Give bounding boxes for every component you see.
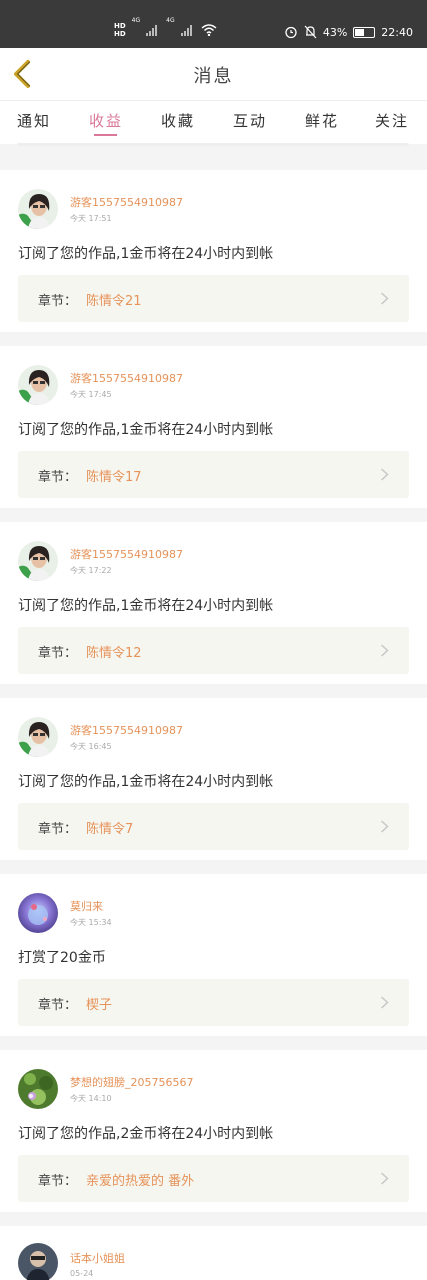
battery-percent: 43% — [322, 25, 348, 39]
chapter-title: 陈情令7 — [86, 822, 134, 837]
chapter-title: 亲爱的热爱的 番外 — [86, 1174, 195, 1189]
avatar[interactable] — [18, 365, 58, 405]
chapter-title: 陈情令12 — [86, 646, 142, 661]
clock: 22:40 — [381, 25, 413, 39]
mute-icon — [304, 25, 317, 39]
active-tab-indicator — [94, 134, 117, 136]
hd-badges: HD HD — [114, 22, 126, 38]
message-text: 订阅了您的作品,1金币将在24小时内到帐 — [18, 246, 274, 262]
chapter-title: 楔子 — [86, 998, 113, 1013]
sender-name: 梦想的翅膀_205756567 — [70, 1076, 194, 1089]
message-card: 游客1557554910987 今天 17:22 订阅了您的作品,1金币将在24… — [0, 522, 427, 684]
message-card: 游客1557554910987 今天 17:45 订阅了您的作品,1金币将在24… — [0, 346, 427, 508]
message-card: 游客1557554910987 今天 16:45 订阅了您的作品,1金币将在24… — [0, 698, 427, 860]
timestamp: 今天 14:10 — [70, 1094, 112, 1103]
chapter-label: 章节： — [38, 294, 78, 309]
chapter-title: 陈情令17 — [86, 470, 142, 485]
network-type: 4G — [131, 17, 141, 24]
sender-name: 莫归来 — [70, 900, 103, 913]
message-card: 游客1557554910987 今天 17:51 订阅了您的作品,1金币将在24… — [0, 170, 427, 332]
hd-badge: HD — [114, 30, 126, 38]
chapter-link[interactable]: 章节： 陈情令12 — [18, 627, 409, 674]
sender-name: 游客1557554910987 — [70, 548, 183, 561]
avatar[interactable] — [18, 1243, 58, 1280]
chapter-label: 章节： — [38, 822, 78, 837]
tab-favorites[interactable]: 收藏 — [154, 110, 202, 131]
nav-header: 消息 — [0, 48, 427, 100]
chapter-title: 陈情令21 — [86, 294, 142, 309]
timestamp: 今天 17:22 — [70, 566, 112, 575]
avatar[interactable] — [18, 189, 58, 229]
sender-name: 游客1557554910987 — [70, 196, 183, 209]
tab-flowers[interactable]: 鲜花 — [298, 110, 346, 131]
tab-earnings[interactable]: 收益 — [82, 110, 130, 131]
message-card: 话本小姐姐 05-24 — [0, 1226, 427, 1280]
chevron-right-icon — [380, 468, 389, 481]
message-card: 莫归来 今天 15:34 打赏了20金币 章节： 楔子 — [0, 874, 427, 1036]
wifi-icon — [201, 24, 217, 36]
avatar[interactable] — [18, 1069, 58, 1109]
avatar[interactable] — [18, 541, 58, 581]
battery-icon — [353, 26, 376, 38]
chapter-link[interactable]: 章节： 楔子 — [18, 979, 409, 1026]
tab-follow[interactable]: 关注 — [368, 110, 416, 131]
tab-interaction[interactable]: 互动 — [226, 110, 274, 131]
divider — [17, 143, 409, 146]
alarm-icon — [285, 26, 297, 39]
chapter-link[interactable]: 章节： 陈情令17 — [18, 451, 409, 498]
avatar[interactable] — [18, 717, 58, 757]
chapter-label: 章节： — [38, 1174, 78, 1189]
message-text: 订阅了您的作品,1金币将在24小时内到帐 — [18, 422, 274, 438]
hd-badge: HD — [114, 22, 126, 30]
chevron-right-icon — [380, 1172, 389, 1185]
chapter-link[interactable]: 章节： 陈情令7 — [18, 803, 409, 850]
chapter-link[interactable]: 章节： 亲爱的热爱的 番外 — [18, 1155, 409, 1202]
tab-bar: 通知 收益 收藏 互动 鲜花 关注 — [0, 100, 427, 144]
timestamp: 今天 16:45 — [70, 742, 112, 751]
sender-name: 话本小姐姐 — [70, 1252, 125, 1265]
signal-icon — [146, 24, 160, 36]
sender-name: 游客1557554910987 — [70, 724, 183, 737]
message-text: 订阅了您的作品,2金币将在24小时内到帐 — [18, 1126, 274, 1142]
timestamp: 今天 17:51 — [70, 214, 112, 223]
timestamp: 今天 17:45 — [70, 390, 112, 399]
chapter-label: 章节： — [38, 470, 78, 485]
timestamp: 今天 15:34 — [70, 918, 112, 927]
status-right: 43% 22:40 — [284, 23, 413, 41]
signal-icon — [180, 24, 195, 36]
timestamp: 05-24 — [70, 1269, 94, 1278]
sender-name: 游客1557554910987 — [70, 372, 183, 385]
signal-group: HD HD 4G 4G — [114, 17, 217, 43]
avatar[interactable] — [18, 893, 58, 933]
message-text: 打赏了20金币 — [18, 950, 106, 966]
chapter-label: 章节： — [38, 646, 78, 661]
chapter-link[interactable]: 章节： 陈情令21 — [18, 275, 409, 322]
chapter-label: 章节： — [38, 998, 78, 1013]
network-type: 4G — [166, 17, 175, 24]
page-title: 消息 — [193, 66, 234, 87]
chevron-right-icon — [380, 996, 389, 1009]
chevron-right-icon — [380, 292, 389, 305]
message-text: 订阅了您的作品,1金币将在24小时内到帐 — [18, 598, 274, 614]
chevron-right-icon — [380, 820, 389, 833]
tab-notice[interactable]: 通知 — [10, 110, 58, 131]
message-card: 梦想的翅膀_205756567 今天 14:10 订阅了您的作品,2金币将在24… — [0, 1050, 427, 1212]
message-text: 订阅了您的作品,1金币将在24小时内到帐 — [18, 774, 274, 790]
status-bar: HD HD 4G 4G 43% 22:40 — [0, 0, 427, 48]
chevron-right-icon — [380, 644, 389, 657]
